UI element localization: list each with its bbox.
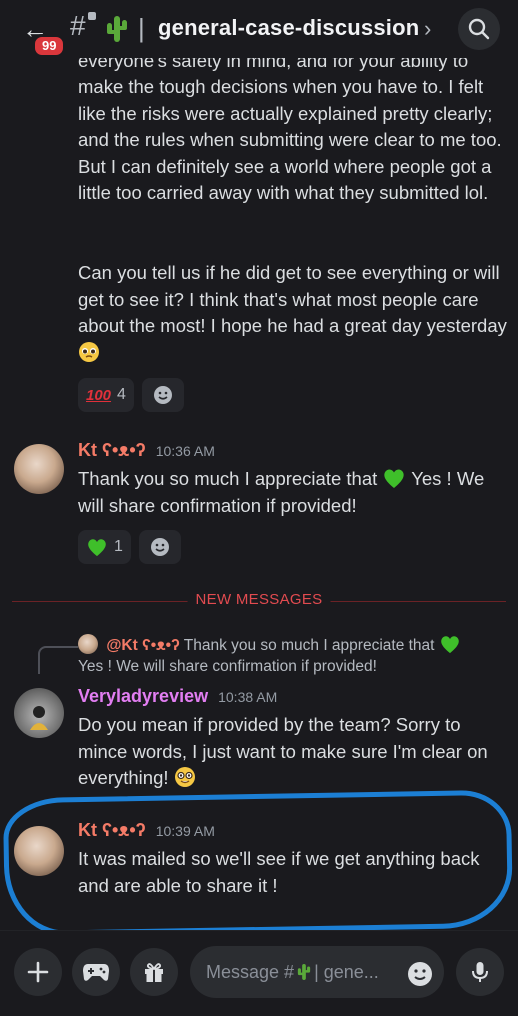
plus-icon xyxy=(27,961,49,983)
green-heart-icon xyxy=(384,469,405,488)
composer-bar: Message # | gene... xyxy=(0,930,518,1016)
pleading-face-icon xyxy=(79,341,99,362)
message-timestamp: 10:38 AM xyxy=(218,689,278,705)
channel-title[interactable]: general-case-discussion xyxy=(158,15,419,41)
new-messages-divider: NEW MESSAGES xyxy=(12,591,506,608)
reaction-count: 4 xyxy=(117,386,126,403)
microphone-icon xyxy=(472,962,488,982)
message-text: Can you tell us if he did get to see eve… xyxy=(78,260,508,366)
message-header: Veryladyreview 10:38 AM xyxy=(78,686,277,707)
green-heart-icon xyxy=(88,539,106,557)
voice-message-button[interactable] xyxy=(456,948,504,996)
emoji-icon xyxy=(408,962,432,986)
chevron-right-icon[interactable]: › xyxy=(424,16,431,42)
message-text-body: Do you mean if provided by the team? Sor… xyxy=(78,714,488,788)
channel-header: ← 99 # | general-case-discussion › xyxy=(0,0,518,58)
unread-badge: 99 xyxy=(32,34,67,58)
message-text-part: Thank you so much I appreciate that xyxy=(78,468,378,489)
message-author[interactable]: Veryladyreview xyxy=(78,686,208,707)
reply-author: @Kt ʕ•ᴥ•ʔ xyxy=(106,637,180,654)
add-reaction-button[interactable] xyxy=(141,378,184,412)
reply-preview[interactable]: @Kt ʕ•ᴥ•ʔ Thank you so much I appreciate… xyxy=(78,634,498,677)
reaction-hundred[interactable]: 100 4 xyxy=(78,378,134,412)
reaction-count: 1 xyxy=(114,538,123,555)
reaction-bar: 1 xyxy=(78,530,181,564)
title-separator: | xyxy=(138,13,145,43)
message-list[interactable]: everyone's safety in mind, and for your … xyxy=(0,58,518,930)
hash-icon: # xyxy=(70,10,86,41)
green-heart-icon xyxy=(441,636,459,654)
hundred-points-icon: 100 xyxy=(86,386,112,404)
avatar[interactable] xyxy=(14,444,64,494)
search-icon xyxy=(468,18,490,40)
highlight-annotation xyxy=(2,789,514,930)
nerd-face-icon xyxy=(174,767,195,787)
gamepad-icon xyxy=(83,964,109,981)
add-attachment-button[interactable] xyxy=(14,948,62,996)
thread-marker-icon xyxy=(88,12,96,20)
add-reaction-button[interactable] xyxy=(138,530,181,564)
reply-avatar xyxy=(78,634,98,654)
message-author[interactable]: Kt ʕ•ᴥ•ʔ xyxy=(78,440,146,461)
cactus-icon xyxy=(107,16,127,42)
input-placeholder-suffix: | gene... xyxy=(314,961,379,982)
add-reaction-icon xyxy=(150,538,169,556)
reply-text: Thank you so much I appreciate that xyxy=(183,637,435,654)
reply-connector xyxy=(38,646,78,674)
gift-button[interactable] xyxy=(130,948,178,996)
message-text: Thank you so much I appreciate that Yes … xyxy=(78,466,508,519)
avatar[interactable] xyxy=(14,688,64,738)
reply-text: Yes ! We will share confirmation if prov… xyxy=(78,658,377,675)
back-button[interactable]: ← 99 xyxy=(20,14,67,58)
gift-icon xyxy=(145,963,163,982)
input-placeholder-prefix: Message # xyxy=(206,961,295,982)
new-messages-label: NEW MESSAGES xyxy=(187,591,331,608)
message-header: Kt ʕ•ᴥ•ʔ 10:36 AM xyxy=(78,440,215,461)
emoji-button[interactable] xyxy=(406,960,434,988)
avatar-figure xyxy=(30,706,48,730)
message-timestamp: 10:36 AM xyxy=(155,443,215,459)
add-reaction-icon xyxy=(153,386,172,404)
message-text: Do you mean if provided by the team? Sor… xyxy=(78,712,508,792)
message-text: make the tough decisions when you have t… xyxy=(78,76,502,203)
activities-button[interactable] xyxy=(72,948,120,996)
message-text-body: Can you tell us if he did get to see eve… xyxy=(78,262,507,336)
message-text-partial: everyone's safety in mind, and for your … xyxy=(78,58,469,71)
cactus-icon xyxy=(297,964,311,980)
reaction-green-heart[interactable]: 1 xyxy=(78,530,131,564)
search-button[interactable] xyxy=(458,8,500,50)
reaction-bar: 100 4 xyxy=(78,378,184,412)
